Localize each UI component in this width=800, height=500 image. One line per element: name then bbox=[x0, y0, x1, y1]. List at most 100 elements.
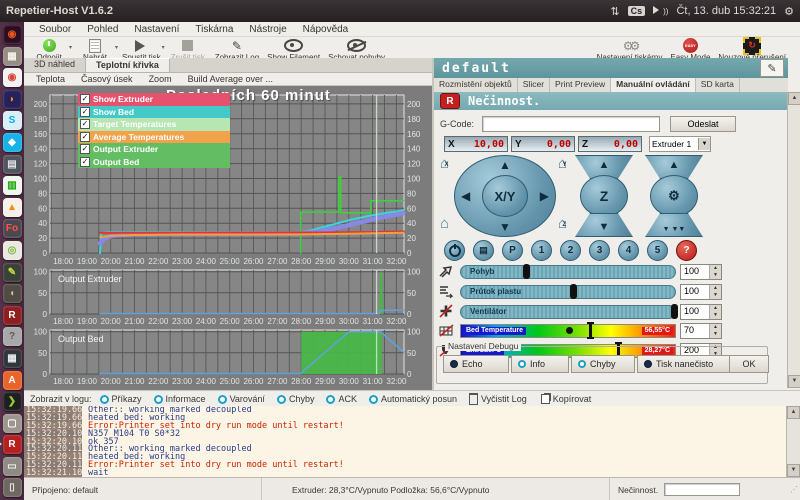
legend-row[interactable]: ✓ Output Extruder bbox=[78, 143, 230, 156]
menu-item[interactable]: Nástroje bbox=[242, 24, 293, 35]
launcher-item[interactable]: ◆ bbox=[3, 133, 22, 152]
send-button[interactable]: Odeslat bbox=[670, 116, 736, 132]
preset-button[interactable]: 5 bbox=[647, 240, 668, 261]
panel-tab[interactable]: SD karta bbox=[696, 78, 740, 92]
spinner-up-icon[interactable]: ▲ bbox=[710, 265, 721, 272]
legend-row[interactable]: ✓ Target Temperatures bbox=[78, 118, 230, 131]
launcher-item[interactable]: ✎ bbox=[3, 263, 22, 282]
legend-row[interactable]: ✓ Show Extruder bbox=[78, 93, 230, 106]
launcher-item[interactable]: ▭ bbox=[3, 457, 22, 476]
spinner-up-icon[interactable]: ▲ bbox=[710, 305, 721, 312]
log-filter-toggle[interactable]: Automatický posun bbox=[369, 394, 457, 404]
preset-button[interactable]: 2 bbox=[560, 240, 581, 261]
menu-item[interactable]: Pohled bbox=[80, 24, 125, 35]
log-filter-toggle[interactable]: ACK bbox=[326, 394, 357, 404]
panel-tab[interactable]: Print Preview bbox=[550, 78, 611, 92]
launcher-item[interactable]: ◖ bbox=[3, 284, 22, 303]
panel-tab[interactable]: Slicer bbox=[518, 78, 550, 92]
view-tab[interactable]: Teplotní křivka bbox=[86, 58, 170, 72]
flow-spinner[interactable]: 100 ▲▼ bbox=[680, 284, 722, 300]
panel-scrollbar[interactable]: ▲ ▼ bbox=[787, 92, 800, 388]
log-filter-toggle[interactable]: Chyby bbox=[277, 394, 315, 404]
bed-temp-slider[interactable]: Bed Temperature 56,55°C bbox=[460, 324, 676, 338]
chevron-down-icon[interactable]: ▼ bbox=[698, 138, 710, 150]
legend-row[interactable]: ✓ Output Bed bbox=[78, 156, 230, 169]
dry-run-toggle[interactable]: Tisk nanečisto bbox=[637, 355, 731, 373]
panel-tab[interactable]: Rozmístění objektů bbox=[434, 78, 518, 92]
log-filter-toggle[interactable]: Informace bbox=[154, 394, 206, 404]
launcher-item[interactable]: ▤ bbox=[3, 155, 22, 174]
preset-button[interactable]: P bbox=[502, 240, 523, 261]
scroll-up-icon[interactable]: ▲ bbox=[788, 92, 800, 105]
legend-checkbox[interactable]: ✓ bbox=[80, 132, 90, 142]
clear-log-button[interactable]: Vyčistit Log bbox=[469, 393, 527, 405]
log-scrollbar[interactable]: ▲ ▼ bbox=[786, 406, 800, 477]
extrude-center-button[interactable]: ⚙ bbox=[650, 175, 698, 217]
extruder-select[interactable]: Extruder 1 ▼ bbox=[649, 136, 711, 152]
launcher-item[interactable]: ▲ bbox=[3, 198, 22, 217]
spinner-down-icon[interactable]: ▼ bbox=[710, 272, 721, 279]
bed-temp-thumb[interactable] bbox=[589, 322, 592, 339]
xy-jog-pad[interactable]: ▲ ◀ ▶ ▼ X/Y bbox=[454, 155, 556, 237]
chart-menu-item[interactable]: Build Average over ... bbox=[182, 74, 279, 84]
legend-checkbox[interactable]: ✓ bbox=[80, 107, 90, 117]
launcher-item[interactable]: ◎ bbox=[3, 241, 22, 260]
menu-item[interactable]: Tiskárna bbox=[188, 24, 240, 35]
jog-y-plus-icon[interactable]: ▲ bbox=[499, 158, 511, 172]
chart-menu-item[interactable]: Zoom bbox=[143, 74, 178, 84]
launcher-item[interactable]: R bbox=[3, 435, 22, 454]
z-center-button[interactable]: Z bbox=[580, 175, 628, 217]
copy-log-button[interactable]: Kopírovat bbox=[541, 394, 592, 404]
home-x-button[interactable]: ⌂X bbox=[440, 156, 449, 171]
session-gear-icon[interactable]: ⚙ bbox=[784, 5, 794, 18]
preset-button[interactable]: ? bbox=[676, 240, 697, 261]
clock[interactable]: Čt, 13. dub 15:32:21 bbox=[676, 5, 776, 17]
power-button[interactable] bbox=[444, 240, 465, 261]
legend-row[interactable]: ✓ Show Bed bbox=[78, 106, 230, 119]
chart-menu-item[interactable]: Teplota bbox=[30, 74, 71, 84]
scroll-down-icon[interactable]: ▼ bbox=[788, 375, 800, 388]
home-all-button[interactable]: ⌂ bbox=[440, 216, 449, 231]
menu-item[interactable]: Soubor bbox=[32, 24, 78, 35]
preset-button[interactable]: 4 bbox=[618, 240, 639, 261]
bed-temp-spinner[interactable]: 70 ▲▼ bbox=[680, 323, 722, 339]
xy-center-button[interactable]: X/Y bbox=[482, 175, 528, 217]
chart-menu-item[interactable]: Časový úsek bbox=[75, 74, 139, 84]
jog-x-minus-icon[interactable]: ◀ bbox=[461, 189, 470, 203]
fan-slider-thumb[interactable] bbox=[671, 304, 678, 319]
z-down-button[interactable]: ▼ bbox=[575, 213, 633, 237]
legend-row[interactable]: ✓ Average Temperatures bbox=[78, 131, 230, 144]
menu-item[interactable]: Nápověda bbox=[296, 24, 356, 35]
launcher-item[interactable]: ◉ bbox=[3, 25, 22, 44]
launcher-item[interactable]: Fo bbox=[3, 219, 22, 238]
keyboard-layout-indicator[interactable]: Cs bbox=[628, 6, 646, 16]
spinner-down-icon[interactable]: ▼ bbox=[710, 312, 721, 319]
spinner-up-icon[interactable]: ▲ bbox=[710, 324, 721, 331]
scroll-up-icon[interactable]: ▲ bbox=[787, 406, 800, 419]
jog-y-minus-icon[interactable]: ▼ bbox=[499, 220, 511, 234]
resize-grip[interactable]: ⋰ bbox=[790, 485, 798, 494]
home-z-button[interactable]: ⌂Z bbox=[558, 216, 567, 231]
echo-toggle[interactable]: Echo bbox=[443, 355, 509, 373]
menu-item[interactable]: Nastavení bbox=[127, 24, 186, 35]
launcher-item[interactable]: ◉ bbox=[3, 68, 22, 87]
launcher-item[interactable]: ▦ bbox=[3, 47, 22, 66]
log-filter-toggle[interactable]: Varování bbox=[218, 394, 265, 404]
view-tab[interactable]: 3D náhled bbox=[24, 58, 86, 72]
dropdown-arrow-icon[interactable]: ▾ bbox=[115, 44, 118, 51]
speed-spinner[interactable]: 100 ▲▼ bbox=[680, 264, 722, 280]
gcode-input[interactable] bbox=[482, 116, 660, 132]
launcher-item[interactable]: S bbox=[3, 111, 22, 130]
volume-icon[interactable]: )) bbox=[653, 5, 668, 17]
launcher-item[interactable]: ▥ bbox=[3, 176, 22, 195]
fan-slider[interactable]: Ventilátor bbox=[460, 305, 676, 319]
launcher-item[interactable]: ▯ bbox=[3, 478, 22, 497]
sync-icon[interactable]: ⇅ bbox=[610, 5, 619, 18]
preset-button[interactable]: 3 bbox=[589, 240, 610, 261]
flow-slider[interactable]: Průtok plastu bbox=[460, 285, 676, 299]
legend-checkbox[interactable]: ✓ bbox=[80, 94, 90, 104]
spinner-down-icon[interactable]: ▼ bbox=[710, 331, 721, 338]
scroll-down-icon[interactable]: ▼ bbox=[787, 464, 800, 477]
fan-spinner[interactable]: 100 ▲▼ bbox=[680, 304, 722, 320]
ok-button[interactable]: OK bbox=[729, 355, 769, 373]
